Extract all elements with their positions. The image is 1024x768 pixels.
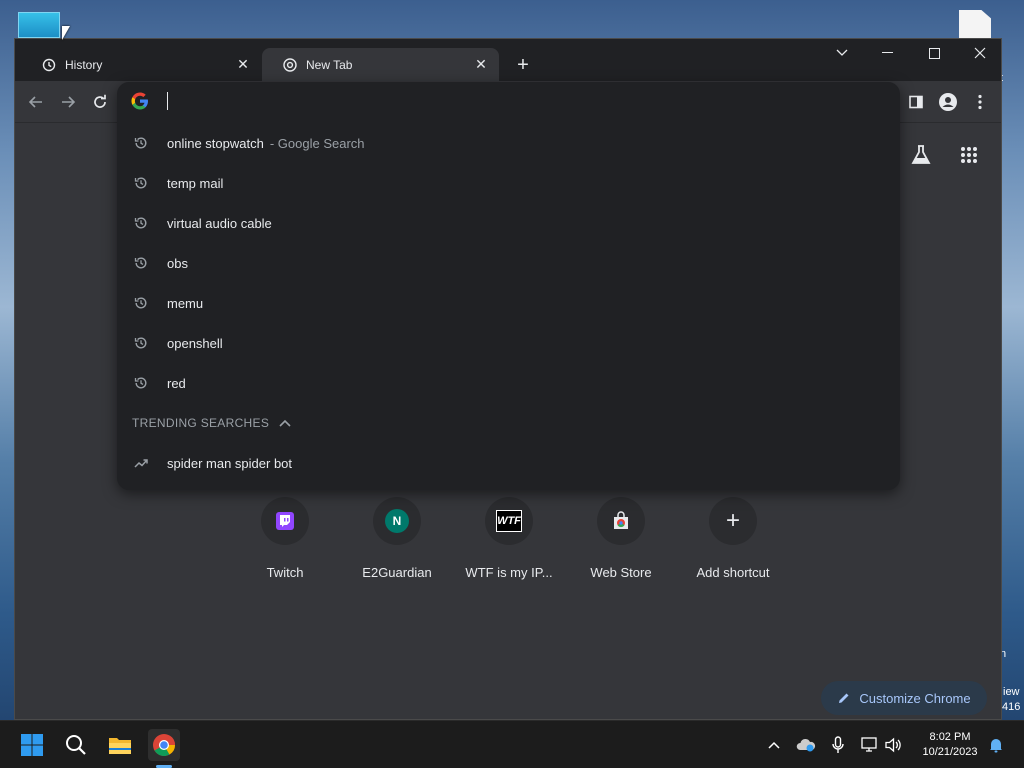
- labs-flask-icon[interactable]: [907, 141, 935, 169]
- reload-icon[interactable]: [89, 91, 111, 113]
- suggestion-text: online stopwatch: [167, 135, 264, 151]
- suggestion-text: virtual audio cable: [167, 215, 272, 231]
- close-window-button[interactable]: [957, 39, 1001, 67]
- history-icon: [133, 136, 149, 150]
- desktop-file-icon[interactable]: [959, 10, 991, 38]
- wtf-icon: WTF: [485, 497, 533, 545]
- tab-history[interactable]: History ✕: [21, 48, 261, 81]
- google-apps-icon[interactable]: [955, 141, 983, 169]
- pencil-icon: [839, 693, 849, 703]
- volume-icon[interactable]: [884, 735, 904, 755]
- omnibox-dropdown: online stopwatch - Google Search temp ma…: [117, 82, 900, 490]
- tab-new-tab[interactable]: New Tab ✕: [262, 48, 499, 81]
- plus-icon: +: [709, 497, 757, 545]
- suggestion-text: obs: [167, 255, 188, 271]
- twitch-icon: [261, 497, 309, 545]
- suggestion-item[interactable]: obs: [117, 243, 900, 283]
- history-icon: [41, 57, 57, 73]
- history-icon: [133, 336, 149, 350]
- tab-label: New Tab: [306, 57, 353, 72]
- desktop-folder-icon[interactable]: [18, 12, 60, 38]
- shortcut-label: Add shortcut: [696, 565, 770, 580]
- back-arrow-icon[interactable]: [25, 91, 47, 113]
- web-store-icon: [597, 497, 645, 545]
- shortcut-web-store[interactable]: Web Store: [566, 497, 676, 580]
- suggestion-text: memu: [167, 295, 204, 311]
- microphone-icon[interactable]: [828, 735, 848, 755]
- history-icon: [133, 176, 149, 190]
- side-panel-icon[interactable]: [905, 91, 927, 113]
- tab-close-icon[interactable]: ✕: [235, 56, 251, 73]
- history-icon: [133, 256, 149, 270]
- history-icon: [133, 376, 149, 390]
- suggestion-item[interactable]: red: [117, 363, 900, 403]
- shortcut-label: WTF is my IP...: [465, 565, 553, 580]
- tab-close-icon[interactable]: ✕: [473, 56, 489, 73]
- suggestion-subtext: - Google Search: [269, 135, 365, 151]
- desktop-label-fragment: 416: [1002, 701, 1021, 713]
- history-icon: [133, 216, 149, 230]
- history-icon: [133, 296, 149, 310]
- taskbar: 8:02 PM 10/21/2023: [0, 720, 1024, 768]
- file-explorer-icon[interactable]: [104, 729, 136, 761]
- taskbar-clock[interactable]: 8:02 PM 10/21/2023: [912, 730, 988, 760]
- chrome-icon: [282, 57, 298, 73]
- suggestion-item[interactable]: temp mail: [117, 163, 900, 203]
- customize-chrome-label: Customize Chrome: [859, 690, 971, 706]
- mouse-cursor: [62, 26, 70, 40]
- wtf-logo-text: WTF: [496, 510, 522, 532]
- shortcut-label: E2Guardian: [362, 565, 432, 580]
- shortcut-label: Web Store: [590, 565, 652, 580]
- customize-chrome-button[interactable]: Customize Chrome: [821, 681, 987, 715]
- search-icon[interactable]: [60, 729, 92, 761]
- chevron-up-icon[interactable]: [279, 419, 291, 427]
- shortcut-twitch[interactable]: Twitch: [230, 497, 340, 580]
- forward-arrow-icon[interactable]: [57, 91, 79, 113]
- tab-strip: History ✕ New Tab ✕ +: [15, 39, 1001, 81]
- trending-text: spider man spider bot: [167, 455, 293, 471]
- e2guardian-letter: N: [385, 509, 409, 533]
- suggestion-text: openshell: [167, 335, 223, 351]
- windows-start-icon[interactable]: [16, 729, 48, 761]
- trending-item[interactable]: spider man spider bot: [117, 443, 900, 483]
- plus-glyph: +: [725, 507, 740, 534]
- profile-avatar-icon[interactable]: [937, 91, 959, 113]
- trending-searches-header[interactable]: TRENDING SEARCHES: [132, 416, 291, 430]
- google-g-icon: [131, 92, 149, 110]
- clock-date: 10/21/2023: [922, 746, 978, 758]
- suggestion-item[interactable]: memu: [117, 283, 900, 323]
- notification-bell-icon[interactable]: [986, 735, 1006, 755]
- shortcut-label: Twitch: [266, 565, 304, 580]
- trending-icon: [133, 458, 149, 468]
- desktop-label-fragment: iew: [1003, 686, 1020, 698]
- onedrive-icon[interactable]: [796, 735, 816, 755]
- trending-header-label: TRENDING SEARCHES: [132, 416, 270, 430]
- chevron-up-icon[interactable]: [764, 735, 784, 755]
- omnibox-input-caret[interactable]: [167, 92, 168, 110]
- suggestion-item[interactable]: online stopwatch - Google Search: [117, 123, 900, 163]
- suggestion-text: red: [167, 375, 186, 391]
- tab-label: History: [65, 57, 103, 72]
- menu-dots-icon[interactable]: [969, 91, 991, 113]
- suggestion-item[interactable]: openshell: [117, 323, 900, 363]
- suggestion-item[interactable]: virtual audio cable: [117, 203, 900, 243]
- suggestion-text: temp mail: [167, 175, 224, 191]
- tab-search-icon[interactable]: [819, 39, 865, 67]
- chrome-taskbar-icon[interactable]: [148, 729, 180, 768]
- maximize-button[interactable]: [911, 39, 957, 67]
- network-icon[interactable]: [860, 735, 880, 755]
- shortcut-e2guardian[interactable]: N E2Guardian: [342, 497, 452, 580]
- clock-time: 8:02 PM: [929, 731, 971, 743]
- add-shortcut-button[interactable]: + Add shortcut: [678, 497, 788, 580]
- minimize-button[interactable]: [865, 39, 911, 67]
- new-tab-button[interactable]: +: [511, 53, 535, 77]
- e2guardian-icon: N: [373, 497, 421, 545]
- shortcut-wtf-is-my-ip[interactable]: WTF WTF is my IP...: [454, 497, 564, 580]
